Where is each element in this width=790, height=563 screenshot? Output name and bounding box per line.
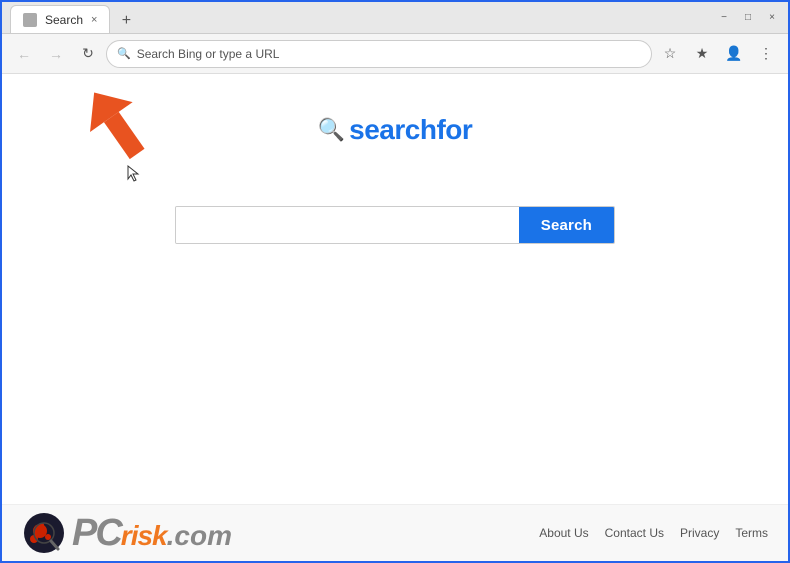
refresh-button[interactable]: ↻ xyxy=(74,40,102,68)
more-icon: ⋮ xyxy=(759,45,773,62)
footer-links: About Us Contact Us Privacy Terms xyxy=(539,526,768,540)
logo-search-icon: 🔍 xyxy=(318,117,345,143)
page-footer: PC risk .com About Us Contact Us Privacy… xyxy=(2,504,788,561)
address-bar[interactable]: 🔍 Search Bing or type a URL xyxy=(106,40,652,68)
footer-logo: PC risk .com xyxy=(22,511,539,555)
browser-tab[interactable]: Search × xyxy=(10,5,110,33)
logo-suffix: for xyxy=(436,114,472,145)
brand-risk: risk xyxy=(121,520,167,552)
arrow-annotation xyxy=(62,84,182,189)
page-content: 🔍 searchfor Search xyxy=(2,74,788,561)
brand-dotcom: .com xyxy=(167,520,232,552)
profile-icon: 👤 xyxy=(725,45,742,62)
pcrisk-icon xyxy=(22,511,66,555)
back-button[interactable]: ← xyxy=(10,40,38,68)
nav-actions: ☆ ★ 👤 ⋮ xyxy=(656,40,780,68)
extensions-button[interactable]: ★ xyxy=(688,40,716,68)
refresh-icon: ↻ xyxy=(82,45,94,62)
search-input[interactable] xyxy=(176,207,519,243)
tab-favicon xyxy=(23,13,37,27)
search-input-wrapper: Search xyxy=(175,206,615,244)
search-button[interactable]: Search xyxy=(519,207,614,243)
navigation-bar: ← → ↻ 🔍 Search Bing or type a URL ☆ ★ 👤 … xyxy=(2,34,788,74)
search-area: Search xyxy=(2,206,788,244)
footer-link-privacy[interactable]: Privacy xyxy=(680,526,719,540)
more-button[interactable]: ⋮ xyxy=(752,40,780,68)
minimize-button[interactable]: − xyxy=(716,10,732,26)
pcrisk-logo-text: PC risk .com xyxy=(72,514,232,552)
tab-area: Search × + xyxy=(10,2,716,33)
favorites-button[interactable]: ☆ xyxy=(656,40,684,68)
footer-link-terms[interactable]: Terms xyxy=(735,526,768,540)
footer-link-about-us[interactable]: About Us xyxy=(539,526,588,540)
brand-pc: PC xyxy=(72,514,121,552)
window-controls: − □ × xyxy=(716,10,780,26)
profile-button[interactable]: 👤 xyxy=(720,40,748,68)
forward-button[interactable]: → xyxy=(42,40,70,68)
footer-link-contact-us[interactable]: Contact Us xyxy=(605,526,664,540)
close-button[interactable]: × xyxy=(764,10,780,26)
logo-prefix: search xyxy=(349,114,436,145)
address-text: Search Bing or type a URL xyxy=(137,47,641,61)
browser-frame: Search × + − □ × ← → ↻ 🔍 Search Bing or … xyxy=(0,0,790,563)
logo-text: searchfor xyxy=(349,114,472,146)
favorites-icon: ☆ xyxy=(664,45,677,62)
tab-close-button[interactable]: × xyxy=(91,14,97,26)
tab-title: Search xyxy=(45,13,83,27)
maximize-button[interactable]: □ xyxy=(740,10,756,26)
back-icon: ← xyxy=(17,46,31,62)
new-tab-button[interactable]: + xyxy=(114,9,138,33)
title-bar: Search × + − □ × xyxy=(2,2,788,34)
extensions-icon: ★ xyxy=(696,45,709,62)
search-icon: 🔍 xyxy=(117,47,131,60)
arrow-svg xyxy=(62,84,182,184)
forward-icon: → xyxy=(49,46,63,62)
